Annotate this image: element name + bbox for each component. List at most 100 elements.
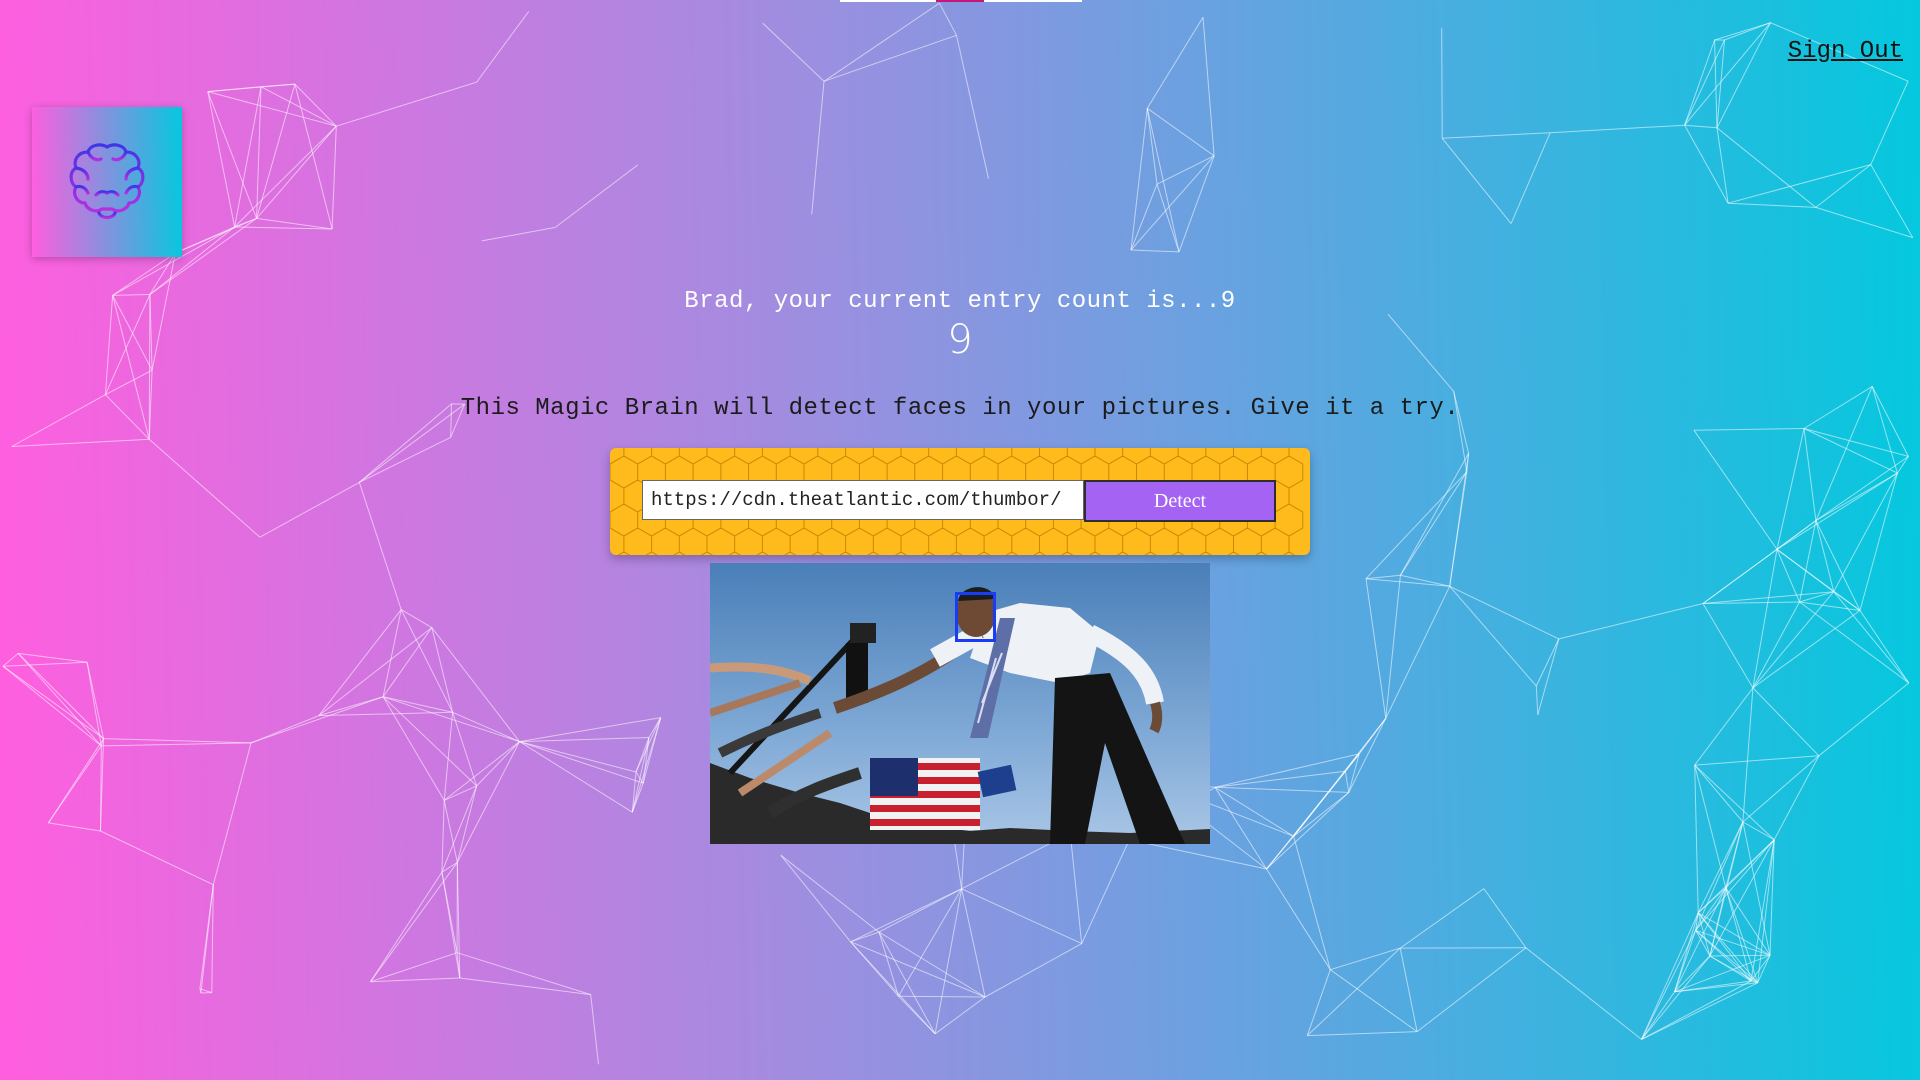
particle-link [2, 665, 104, 740]
particle-link [1525, 947, 1642, 1040]
particle-link [1306, 947, 1401, 1036]
particle-link [331, 126, 337, 230]
particle-link [441, 800, 445, 873]
particle-link [207, 91, 337, 127]
particle-link [1214, 786, 1349, 793]
particle-link [1694, 765, 1699, 913]
particle-link [1694, 755, 1819, 766]
rank-section: Brad, your current entry count is...9 9 [0, 288, 1920, 363]
particle-link [1449, 471, 1468, 587]
entry-count-message: Brad, your current entry count is...9 [684, 288, 1236, 315]
particle-link [1293, 717, 1387, 837]
particle-link [1385, 575, 1401, 719]
particle-link [2, 665, 102, 747]
particle-link [443, 800, 458, 863]
particle-link [200, 884, 214, 994]
particle-link [850, 888, 962, 943]
particle-link [1833, 472, 1898, 592]
particle-link [1400, 574, 1450, 587]
particle-link [1773, 755, 1820, 840]
particle-link [207, 91, 236, 227]
particle-link [519, 741, 637, 773]
particle-link [370, 862, 458, 982]
particle-link [456, 785, 478, 863]
particle-link [256, 125, 337, 219]
particle-link [1449, 585, 1537, 687]
particle-link [1399, 452, 1470, 576]
particle-link [1818, 682, 1910, 757]
particle-link [1693, 429, 1778, 550]
particle-link [1716, 127, 1817, 208]
particle-link [1684, 39, 1716, 126]
particle-link [850, 931, 880, 943]
particle-link [452, 711, 520, 743]
particle-link [1803, 428, 1817, 521]
particle-link [1694, 687, 1754, 766]
particle-link [370, 977, 460, 983]
face-bounding-box [955, 592, 996, 642]
particle-link [47, 745, 102, 824]
particle-link [86, 662, 104, 739]
particle-link [1147, 107, 1215, 157]
description-text: This Magic Brain will detect faces in yo… [460, 395, 1460, 422]
particle-link [1641, 930, 1697, 1040]
particle-link [1694, 764, 1775, 841]
particle-link [1202, 17, 1215, 156]
particle-link [212, 742, 252, 885]
particle-link [256, 83, 296, 219]
particle-link [1442, 132, 1551, 139]
particle-link [207, 91, 258, 219]
particle-link [294, 83, 337, 127]
particle-link [481, 226, 556, 242]
particle-link [2, 661, 88, 667]
particle-link [762, 22, 825, 82]
particle-link [456, 952, 591, 996]
particle-link [1558, 603, 1704, 640]
particle-link [234, 125, 337, 228]
particle-link [780, 854, 851, 943]
particle-link [1146, 108, 1180, 253]
particle-link [148, 438, 261, 538]
particle-link [1742, 755, 1820, 823]
particle-link [17, 653, 102, 747]
particle-link [1702, 548, 1778, 604]
particle-link [86, 662, 102, 746]
particle-link [1693, 428, 1805, 431]
particle-link [1641, 982, 1758, 1040]
particle-link [318, 627, 433, 716]
particle-link [1399, 888, 1485, 949]
sign-out-link[interactable]: Sign Out [1788, 38, 1903, 65]
particle-link [456, 741, 520, 863]
particle-link [519, 741, 644, 784]
particle-link [1399, 948, 1418, 1032]
particle-link [1214, 753, 1360, 788]
image-url-input[interactable] [642, 480, 1084, 520]
particle-link [1641, 955, 1711, 1040]
particle-link [1266, 835, 1294, 870]
particle-link [294, 83, 333, 230]
particle-link [207, 86, 262, 93]
particle-link [1330, 969, 1418, 1033]
particle-link [1214, 786, 1294, 837]
particle-link [1129, 839, 1267, 870]
brain-icon [69, 143, 145, 220]
particle-link [358, 482, 402, 610]
particle-link [811, 81, 825, 215]
particle-link [1365, 578, 1387, 719]
particle-link [1081, 839, 1130, 944]
particle-link [519, 741, 633, 813]
progress-segment [936, 0, 984, 2]
particle-link [984, 943, 1082, 998]
particle-link [103, 738, 252, 744]
particle-link [17, 653, 104, 739]
top-progress-bar [840, 0, 1082, 2]
detect-button[interactable]: Detect [1084, 480, 1276, 522]
particle-link [382, 696, 453, 713]
particle-link [1641, 991, 1676, 1040]
particle-link [1896, 456, 1909, 474]
particle-link [259, 481, 360, 538]
particle-link [370, 871, 443, 982]
particle-link [1399, 471, 1468, 576]
particle-link [1716, 22, 1771, 129]
particle-link [1441, 28, 1443, 139]
